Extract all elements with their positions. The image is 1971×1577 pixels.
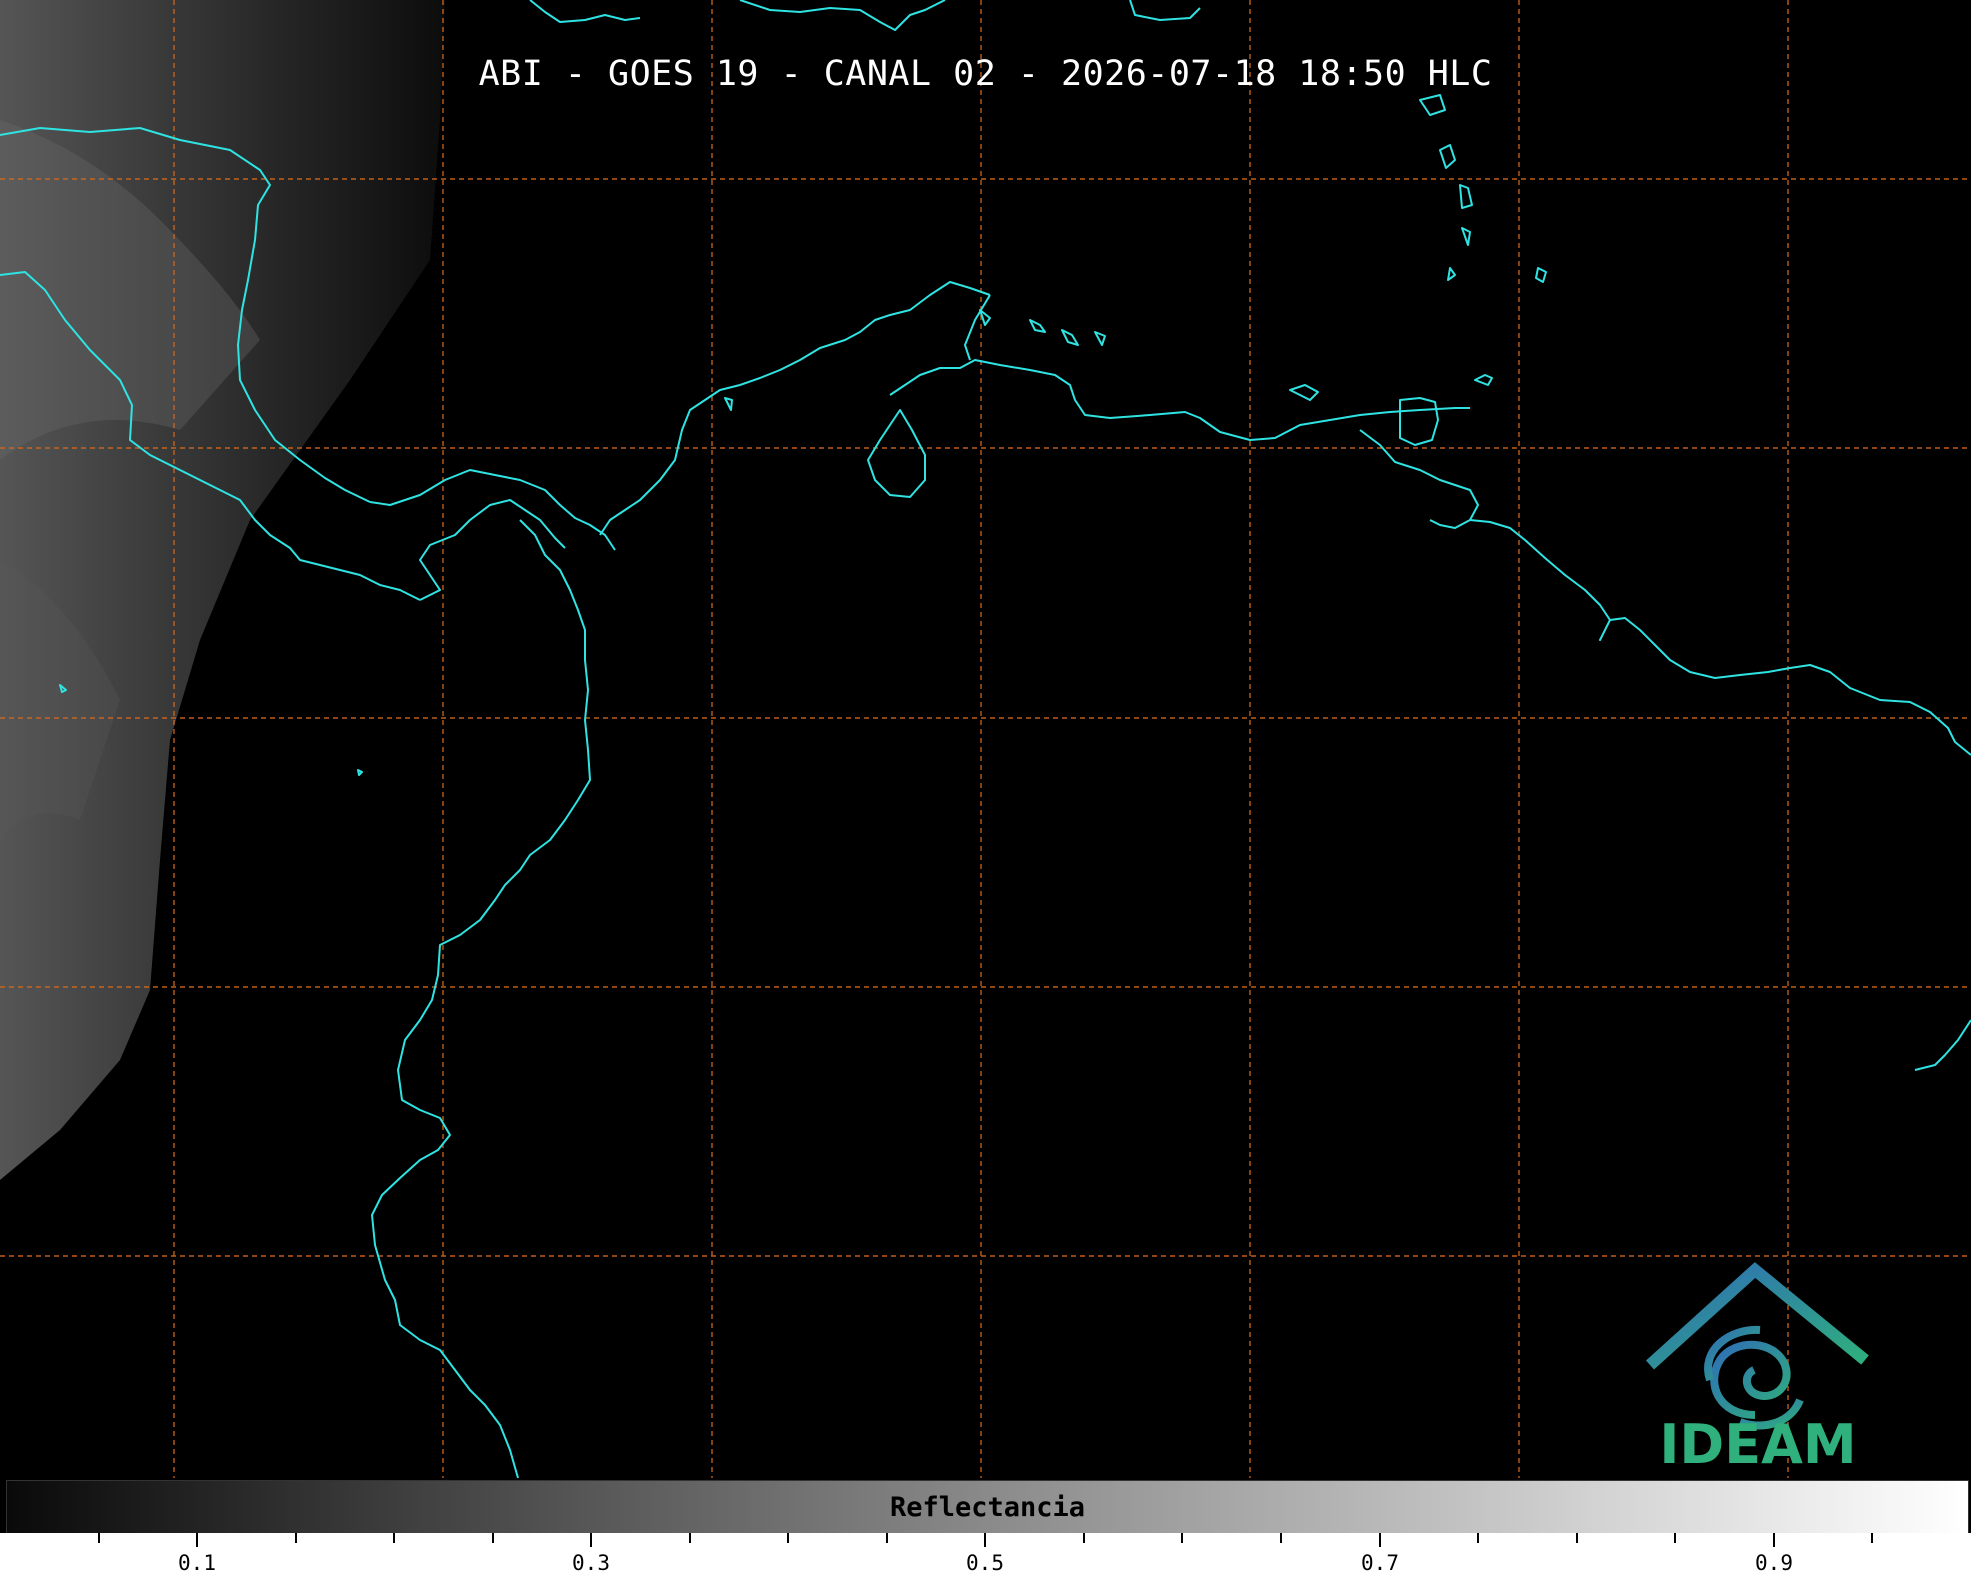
island-tobago: [1474, 374, 1493, 386]
coastline-colombia-pacific: [371, 519, 591, 1479]
logo-roof-icon: [1645, 1262, 1869, 1370]
coastline-colombia-caribbean: [739, 281, 991, 386]
coastline-puerto-rico-fragment: [1129, 0, 1201, 21]
coastline-gulf-of-uraba: [599, 384, 741, 536]
island-st-vincent: [1461, 227, 1471, 246]
island-trinidad: [1399, 397, 1439, 446]
island-st-lucia: [1459, 184, 1473, 209]
island-martinique: [1439, 144, 1456, 169]
coastline-guajira: [964, 294, 991, 361]
colorbar-label: Reflectancia: [889, 1492, 1086, 1523]
colorbar-tick-marks: [98, 1533, 1873, 1547]
island-providencia: [979, 309, 991, 326]
island-aruba: [1029, 319, 1046, 333]
colorbar-tick-label: 0.9: [1755, 1551, 1793, 1575]
colorbar-tick-label: 0.3: [572, 1551, 610, 1575]
reflectance-colorbar: Reflectancia: [6, 1480, 1969, 1535]
island-guadeloupe: [1419, 94, 1446, 116]
map-title: ABI - GOES 19 - CANAL 02 - 2026-07-18 18…: [478, 54, 1493, 94]
coastline-guyana-coast: [1469, 519, 1971, 756]
island-san-andres: [724, 397, 733, 411]
island-bonaire: [1094, 331, 1106, 346]
ideam-logo-text: IDEAM: [1659, 1413, 1857, 1476]
coastline-brazil-northeast: [1914, 1019, 1971, 1071]
island-cocos: [357, 769, 363, 776]
coastline-venezuela-north: [889, 359, 1470, 441]
island-curacao: [1061, 329, 1079, 346]
logo-swirl-icon: [1704, 1325, 1804, 1430]
coastline-cuba-fragment: [529, 0, 641, 23]
colorbar-tick-label: 0.1: [178, 1551, 216, 1575]
island-barbados: [1535, 267, 1547, 283]
island-margarita: [1289, 384, 1319, 401]
colorbar-tick-label: 0.5: [966, 1551, 1004, 1575]
coastline-maracaibo-lake: [867, 409, 926, 498]
coastline-nicaragua-costa-rica: [369, 469, 616, 551]
colorbar-tick-label: 0.7: [1361, 1551, 1399, 1575]
island-grenada: [1447, 267, 1456, 281]
coastline-hispaniola-fragment: [739, 0, 946, 31]
